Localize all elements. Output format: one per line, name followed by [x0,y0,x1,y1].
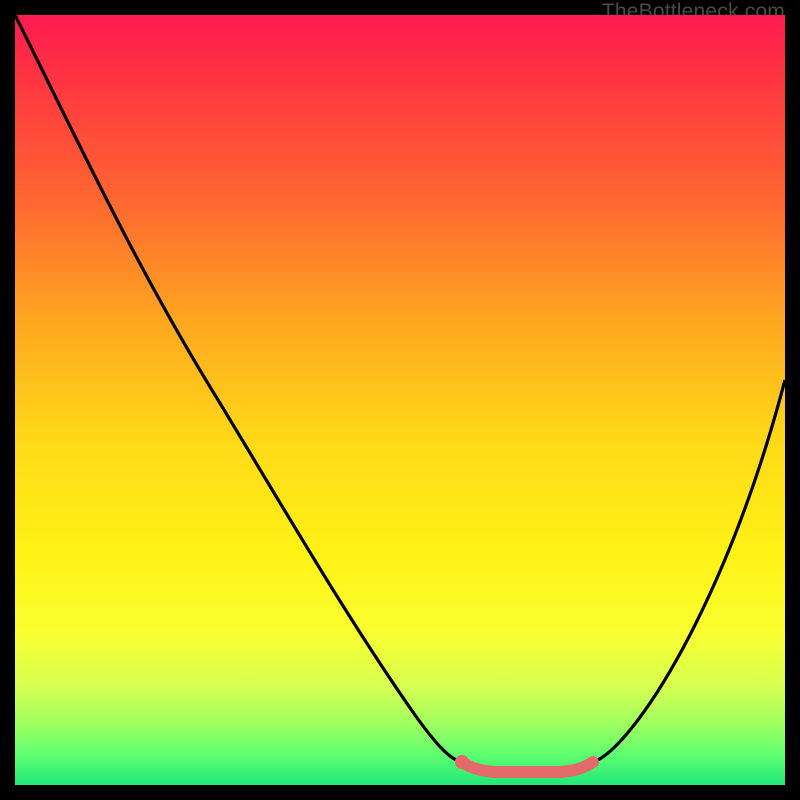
optimal-band [462,762,593,772]
left-curve [15,15,462,762]
optimal-dot [455,755,469,769]
right-curve [593,380,785,762]
chart-frame: TheBottleneck.com [0,0,800,800]
chart-svg [15,15,785,785]
plot-area [15,15,785,785]
